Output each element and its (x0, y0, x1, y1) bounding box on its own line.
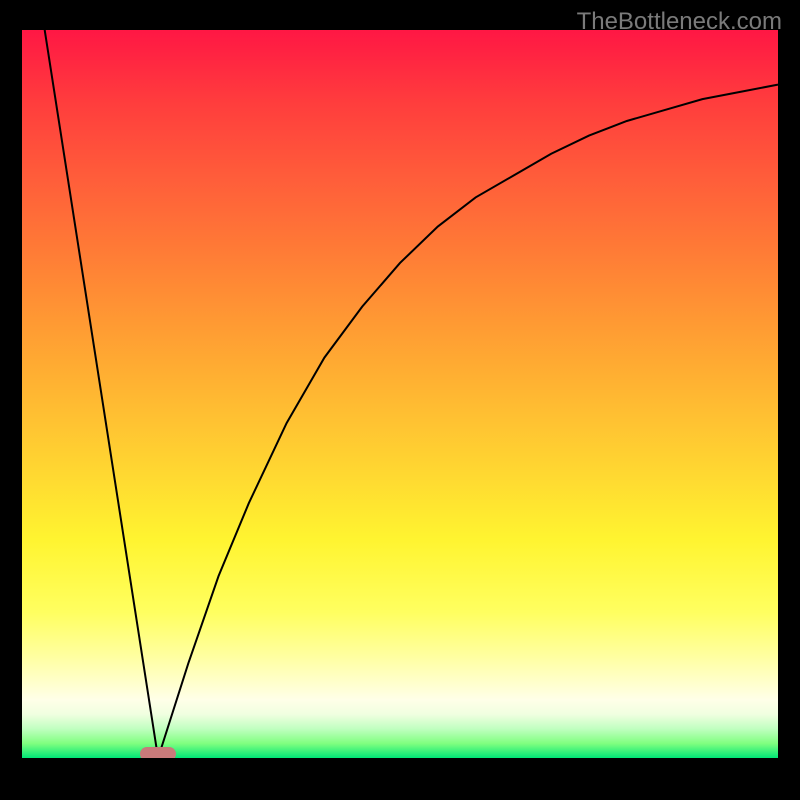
chart-plot-area (22, 30, 778, 758)
chart-curve-right (158, 85, 778, 758)
watermark-text: TheBottleneck.com (577, 8, 782, 36)
chart-curves-svg (22, 30, 778, 758)
chart-curve-left (45, 30, 158, 758)
chart-marker (140, 747, 176, 758)
